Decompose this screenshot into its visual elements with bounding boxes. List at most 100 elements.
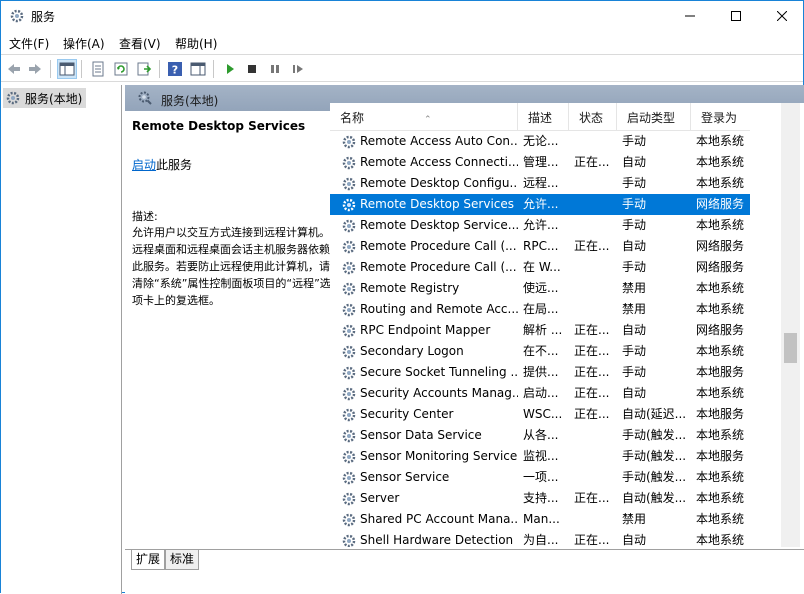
service-name-cell: Server: [360, 491, 400, 505]
service-logon-cell: 本地系统: [696, 155, 745, 169]
help-button[interactable]: ?: [165, 59, 185, 79]
service-status-cell: [574, 215, 614, 236]
menu-file[interactable]: 文件(F): [9, 35, 49, 52]
service-name-cell: Routing and Remote Acc...: [360, 302, 518, 316]
vertical-scrollbar[interactable]: [781, 103, 800, 549]
service-start-type-cell: 手动(触发...: [622, 449, 687, 463]
service-desc-cell: 允许...: [523, 197, 559, 211]
show-hide-action-pane-icon: [190, 62, 206, 76]
export-list-button[interactable]: [134, 59, 154, 79]
service-logon-cell: 本地系统: [696, 491, 745, 505]
menu-bar: 文件(F) 操作(A) 查看(V) 帮助(H): [1, 31, 803, 53]
menu-help[interactable]: 帮助(H): [175, 35, 217, 52]
services-pane: 服务(本地) Remote Desktop Services 启动此服务 描述:…: [125, 85, 804, 594]
minimize-icon: [685, 15, 695, 17]
show-hide-tree-button[interactable]: [57, 59, 77, 79]
service-status-cell: [574, 131, 614, 152]
menu-view[interactable]: 查看(V): [119, 35, 161, 52]
service-status-cell: [574, 194, 614, 215]
table-row[interactable]: Secondary Logon 在不... 正在... 手动 本地系统: [330, 341, 750, 362]
service-logon-cell: 本地系统: [696, 218, 745, 232]
service-status-cell: [574, 257, 614, 278]
table-row[interactable]: Security Accounts Manag... 启动... 正在... 自动 本地…: [330, 383, 750, 404]
table-row[interactable]: Remote Desktop Service... 允许... 手动 本地系统: [330, 215, 750, 236]
toolbar: ?: [1, 54, 803, 82]
service-start-type-cell: 自动: [622, 323, 647, 337]
table-row[interactable]: Sensor Monitoring Service 监视... 手动(触发... 本地…: [330, 446, 750, 467]
service-gear-icon: [342, 261, 356, 275]
service-status-cell: 正在...: [574, 155, 610, 169]
export-list-icon: [137, 62, 152, 76]
table-row[interactable]: Remote Registry 使远... 禁用 本地系统: [330, 278, 750, 299]
column-header-name[interactable]: 名称 ⌃: [330, 103, 518, 131]
table-row[interactable]: Remote Access Auto Con... 无论... 手动 本地系统: [330, 131, 750, 152]
table-row[interactable]: Remote Procedure Call (... RPC... 正在... 自动 网…: [330, 236, 750, 257]
table-row[interactable]: Shared PC Account Mana... Man... 禁用 本地系统: [330, 509, 750, 530]
forward-button[interactable]: [25, 59, 45, 79]
show-hide-tree-icon: [59, 62, 75, 76]
table-row[interactable]: Server 支持... 正在... 自动(触发... 本地系统: [330, 488, 750, 509]
service-start-type-cell: 手动: [622, 176, 647, 190]
table-row[interactable]: RPC Endpoint Mapper 解析 ... 正在... 自动 网络服务: [330, 320, 750, 341]
service-gear-icon: [342, 513, 356, 527]
table-row[interactable]: Sensor Service 一项... 手动(触发... 本地系统: [330, 467, 750, 488]
service-start-type-cell: 手动: [622, 365, 647, 379]
service-desc-cell: RPC...: [523, 239, 559, 253]
service-start-type-cell: 自动(触发...: [622, 491, 687, 505]
service-gear-icon: [342, 345, 356, 359]
service-desc-cell: 远程...: [523, 176, 559, 190]
table-row[interactable]: Remote Access Connecti... 管理... 正在... 自动 本地系…: [330, 152, 750, 173]
tree-item-label: 服务(本地): [25, 91, 83, 106]
service-name-cell: Secure Socket Tunneling ...: [360, 365, 518, 379]
close-button[interactable]: [759, 1, 804, 31]
restart-service-button[interactable]: [288, 59, 308, 79]
table-row[interactable]: Routing and Remote Acc... 在局... 禁用 本地系统: [330, 299, 750, 320]
service-name-cell: Sensor Monitoring Service: [360, 449, 518, 463]
service-start-type-cell: 手动: [622, 260, 647, 274]
tab-extended[interactable]: 扩展: [131, 550, 166, 570]
show-hide-action-pane-button[interactable]: [188, 59, 208, 79]
service-start-type-cell: 手动: [622, 344, 647, 358]
start-service-button[interactable]: [220, 59, 240, 79]
service-logon-cell: 本地服务: [696, 407, 745, 421]
table-row[interactable]: Remote Procedure Call (... 在 W... 手动 网络服务: [330, 257, 750, 278]
tab-standard[interactable]: 标准: [165, 550, 200, 570]
service-gear-icon: [342, 198, 356, 212]
service-status-cell: [574, 467, 614, 488]
tree-item-services-local[interactable]: 服务(本地): [3, 88, 87, 108]
properties-button[interactable]: [88, 59, 108, 79]
table-row[interactable]: Secure Socket Tunneling ... 提供... 正在... 手动 本…: [330, 362, 750, 383]
back-icon: [8, 64, 20, 74]
menu-action[interactable]: 操作(A): [63, 35, 105, 52]
service-logon-cell: 本地系统: [696, 302, 745, 316]
service-name-cell: Remote Desktop Configu...: [360, 176, 518, 190]
service-name-cell: Remote Registry: [360, 281, 460, 295]
refresh-button[interactable]: [111, 59, 131, 79]
start-icon: [227, 64, 234, 74]
table-row[interactable]: Remote Desktop Configu... 远程... 手动 本地系统: [330, 173, 750, 194]
table-row[interactable]: Sensor Data Service 从各... 手动(触发... 本地系统: [330, 425, 750, 446]
service-logon-cell: 网络服务: [696, 260, 745, 274]
maximize-button[interactable]: [713, 1, 759, 31]
start-service-link[interactable]: 启动: [132, 158, 156, 172]
minimize-button[interactable]: [667, 1, 713, 31]
service-start-type-cell: 自动: [622, 155, 647, 169]
service-status-cell: [574, 173, 614, 194]
list-header: 名称 ⌃ 描述 状态 启动类型 登录为: [330, 103, 750, 131]
table-row[interactable]: Remote Desktop Services 允许... 手动 网络服务: [330, 194, 750, 215]
scrollbar-thumb[interactable]: [784, 333, 797, 363]
service-status-cell: [574, 425, 614, 446]
description-text: 允许用户以交互方式连接到远程计算机。远程桌面和远程桌面会话主机服务器依赖此服务。…: [132, 226, 331, 307]
service-status-cell: [574, 299, 614, 320]
column-header-status[interactable]: 状态: [569, 103, 617, 131]
column-header-logon[interactable]: 登录为: [691, 103, 750, 131]
back-button[interactable]: [4, 59, 24, 79]
column-header-start-type[interactable]: 启动类型: [617, 103, 691, 131]
service-gear-icon: [342, 324, 356, 338]
column-header-desc[interactable]: 描述: [518, 103, 569, 131]
table-row[interactable]: Security Center WSC... 正在... 自动(延迟... 本地服务: [330, 404, 750, 425]
service-logon-cell: 本地系统: [696, 281, 745, 295]
service-logon-cell: 本地系统: [696, 176, 745, 190]
pause-service-button[interactable]: [265, 59, 285, 79]
stop-service-button[interactable]: [242, 59, 262, 79]
